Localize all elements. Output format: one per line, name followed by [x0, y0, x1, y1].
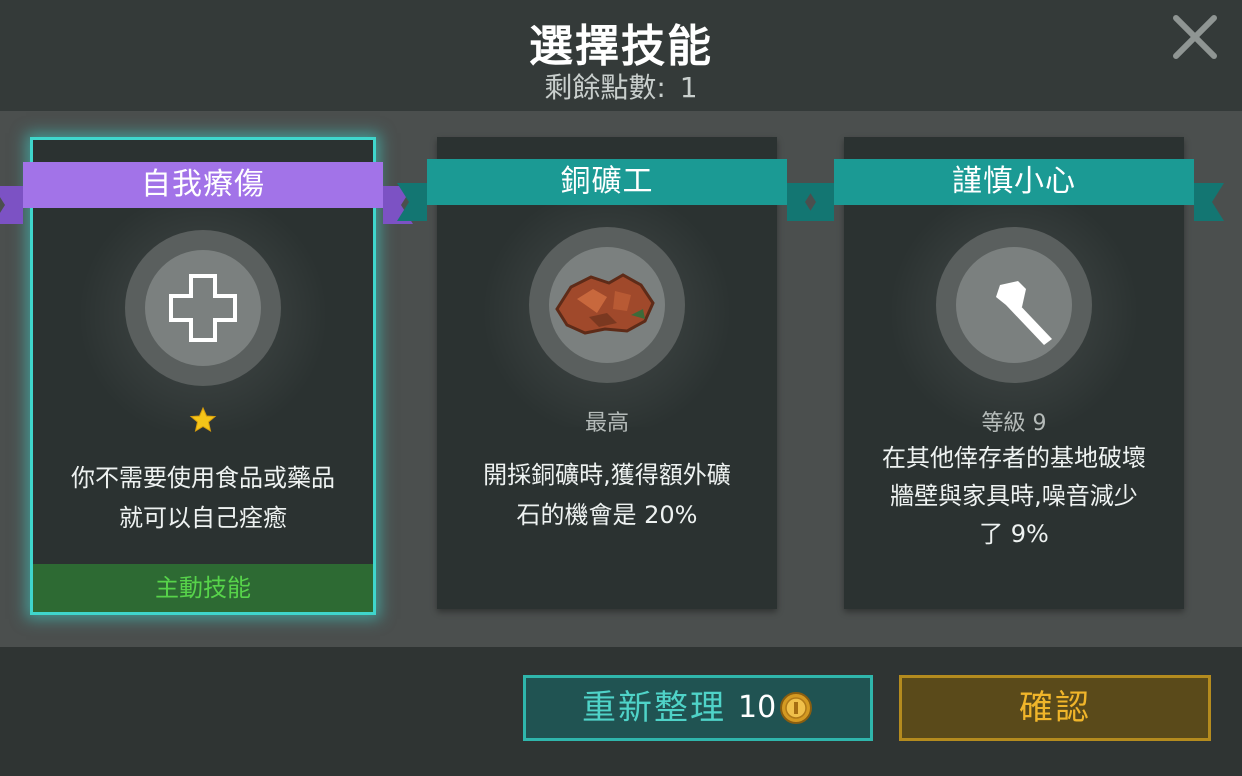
confirm-button[interactable]: 確認: [899, 675, 1211, 741]
coin-icon: [780, 692, 812, 724]
star-icon: [189, 406, 217, 433]
description-line: 了 9%: [979, 520, 1049, 548]
skill-description: 開採銅礦時,獲得額外礦 石的機會是 20%: [457, 455, 757, 535]
skill-level: 最高: [584, 411, 629, 436]
close-icon: [1173, 15, 1217, 59]
skill-description: 在其他倖存者的基地破壞 牆壁與家具時,噪音減少 了 9%: [864, 439, 1164, 553]
description-line: 你不需要使用食品或藥品: [71, 464, 335, 492]
remaining-points: 剩餘點數: 1: [0, 66, 1242, 106]
confirm-label: 確認: [1019, 688, 1091, 728]
skill-level: 等級 9: [981, 411, 1047, 436]
skill-name: 銅礦工: [560, 164, 654, 199]
refresh-cost: 10: [738, 690, 777, 725]
skill-emblem: [125, 230, 281, 386]
skill-ribbon: 謹慎小心: [804, 159, 1224, 221]
skill-ribbon: 自我療傷: [0, 162, 413, 224]
skill-name: 謹慎小心: [952, 164, 1076, 199]
skill-name: 自我療傷: [141, 167, 265, 202]
skill-card-cautious[interactable]: 謹慎小心 等級 9 在其他倖存者的基地破壞 牆壁與家具時,噪音減少 了 9%: [804, 137, 1224, 609]
active-skill-badge: 主動技能: [33, 564, 373, 612]
description-line: 就可以自己痊癒: [119, 504, 287, 532]
description-line: 在其他倖存者的基地破壞: [882, 444, 1146, 472]
skill-description: 你不需要使用食品或藥品 就可以自己痊癒: [53, 458, 353, 538]
skill-emblem: [529, 227, 685, 383]
remaining-points-value: 1: [679, 71, 698, 104]
description-line: 石的機會是 20%: [516, 501, 698, 529]
skill-card-copper-miner[interactable]: 銅礦工 最高 開採銅礦時,獲得額外礦 石的機會是 20%: [397, 137, 817, 609]
close-button[interactable]: [1170, 12, 1220, 62]
description-line: 牆壁與家具時,噪音減少: [890, 482, 1138, 510]
skill-card-self-heal[interactable]: 自我療傷 你不需要使用食品或藥品 就可以自己痊癒 主動技能: [0, 137, 413, 615]
refresh-label: 重新整理: [582, 688, 726, 728]
description-line: 開採銅礦時,獲得額外礦: [483, 461, 731, 489]
skill-ribbon: 銅礦工: [397, 159, 817, 221]
remaining-points-label: 剩餘點數:: [544, 71, 666, 104]
skill-emblem: [936, 227, 1092, 383]
page-title: 選擇技能: [529, 21, 713, 72]
refresh-button[interactable]: 重新整理 10: [523, 675, 873, 741]
